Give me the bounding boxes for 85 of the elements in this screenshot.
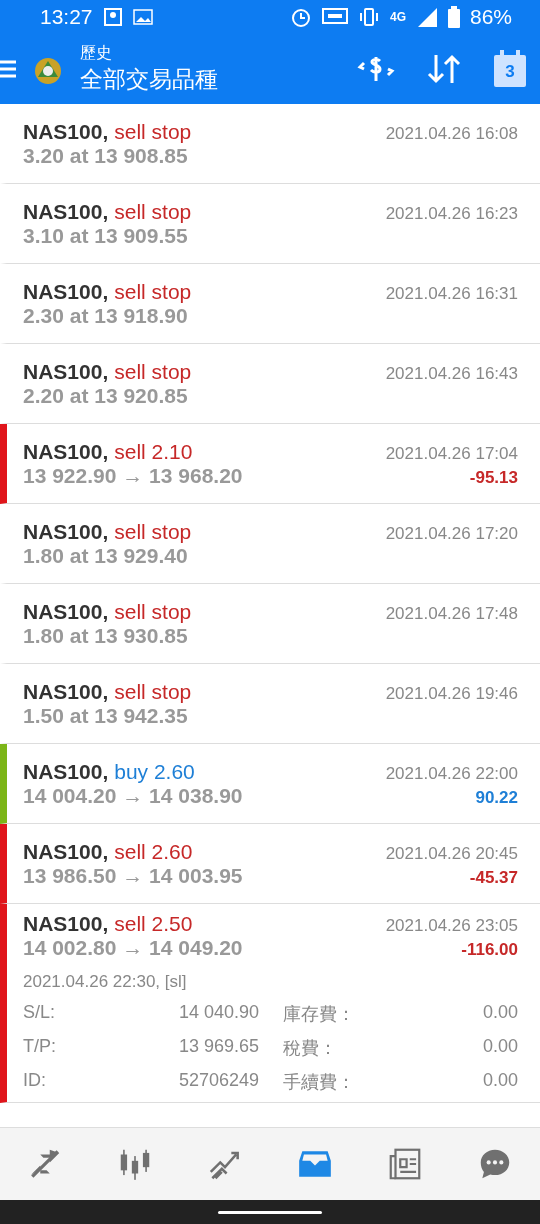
history-row[interactable]: NAS100, sell stop 2021.04.26 16:43 2.20 at 13 920.85 xyxy=(0,344,540,424)
trade-action: sell stop xyxy=(114,599,192,624)
trade-time: 2021.04.26 16:31 xyxy=(385,283,518,304)
trade-action: buy 2.60 xyxy=(114,759,195,784)
trade-time: 2021.04.26 19:46 xyxy=(385,683,518,704)
trade-action: sell stop xyxy=(114,119,192,144)
screen-subtitle: 歷史 xyxy=(80,43,113,63)
network-type: 4G xyxy=(389,10,406,24)
volume-price: 3.10 at 13 909.55 xyxy=(23,223,188,248)
price-range: 13 986.50 → 14 003.95 xyxy=(23,863,243,888)
detail-label: 稅費： xyxy=(282,1037,338,1060)
detail-label: S/L: xyxy=(23,1002,57,1024)
trade-action: sell 2.50 xyxy=(114,912,193,936)
detail-label: T/P: xyxy=(23,1036,57,1058)
trade-action: sell stop xyxy=(114,679,192,704)
screen-mode-icon xyxy=(321,7,348,27)
price-range: 13 922.90 → 13 968.20 xyxy=(23,463,243,488)
screen-title: 全部交易品種 xyxy=(80,65,218,94)
symbol-name: NAS100, xyxy=(23,679,109,704)
symbol-name: NAS100, xyxy=(23,599,109,624)
detail-value: 0.00 xyxy=(481,1036,518,1058)
symbol-name: NAS100, xyxy=(23,439,109,464)
symbol-name: NAS100, xyxy=(23,119,109,144)
trade-action: sell stop xyxy=(114,199,192,224)
history-row[interactable]: NAS100, buy 2.60 2021.04.26 22:00 14 004.20 → 14 038.90 90.22 xyxy=(0,744,540,824)
trade-time: 2021.04.26 16:43 xyxy=(385,363,518,384)
vibrate-icon xyxy=(357,7,380,27)
volume-price: 1.80 at 13 930.85 xyxy=(23,623,188,648)
trade-time: 2021.04.26 17:20 xyxy=(385,523,518,544)
battery-icon xyxy=(447,6,460,28)
history-row[interactable]: NAS100, sell stop 2021.04.26 16:31 2.30 at 13 918.90 xyxy=(0,264,540,344)
history-row[interactable]: NAS100, sell 2.50 2021.04.26 23:05 14 002.80 → 14 049.20 -116.00 2021.04.26 22:30, [sl] S/L: 14 040.90 庫存費： 0.00 T/P: 13 969.65 稅費： 0.00 ID: 52706249 手續費： 0.00 xyxy=(0,904,540,1103)
alarm-clock-icon xyxy=(289,6,312,28)
trade-time: 2021.04.26 23:05 xyxy=(385,916,518,936)
image-icon xyxy=(132,9,153,25)
trade-action: sell stop xyxy=(114,359,192,384)
trade-action: sell 2.10 xyxy=(114,439,193,464)
symbol-name: NAS100, xyxy=(23,359,109,384)
profit-value: -116.00 xyxy=(461,940,518,960)
profit-value: -95.13 xyxy=(469,467,518,488)
trade-time: 2021.04.26 20:45 xyxy=(385,843,518,864)
detail-value: 14 040.90 xyxy=(177,1002,259,1024)
history-row[interactable]: NAS100, sell stop 2021.04.26 17:48 1.80 at 13 930.85 xyxy=(0,584,540,664)
open-time: 2021.04.26 22:30, [sl] xyxy=(23,972,188,992)
trade-time: 2021.04.26 17:48 xyxy=(385,603,518,624)
price-range: 14 002.80 → 14 049.20 xyxy=(23,936,243,960)
symbol-name: NAS100, xyxy=(23,912,109,936)
profit-value: -45.37 xyxy=(469,867,518,888)
detail-value: 13 969.65 xyxy=(177,1036,259,1058)
menu-icon[interactable] xyxy=(0,58,16,80)
trade-time: 2021.04.26 22:00 xyxy=(385,763,518,784)
detail-label: 手續費： xyxy=(282,1071,356,1094)
trade-time: 2021.04.26 16:08 xyxy=(385,123,518,144)
profit-value: 90.22 xyxy=(475,787,518,808)
home-indicator[interactable] xyxy=(218,1210,322,1214)
volume-price: 1.80 at 13 929.40 xyxy=(23,543,188,568)
symbol-name: NAS100, xyxy=(23,759,109,784)
volume-price: 3.20 at 13 908.85 xyxy=(23,143,188,168)
volume-price: 2.20 at 13 920.85 xyxy=(23,383,188,408)
trade-action: sell 2.60 xyxy=(114,839,193,864)
symbol-name: NAS100, xyxy=(23,199,109,224)
trade-action: sell stop xyxy=(114,279,192,304)
history-row[interactable]: NAS100, sell stop 2021.04.26 16:23 3.10 at 13 909.55 xyxy=(0,184,540,264)
detail-value: 52706249 xyxy=(177,1070,259,1092)
detail-label: 庫存費： xyxy=(282,1003,356,1026)
history-row[interactable]: NAS100, sell 2.10 2021.04.26 17:04 13 922.90 → 13 968.20 -95.13 xyxy=(0,424,540,504)
history-row[interactable]: NAS100, sell stop 2021.04.26 17:20 1.80 at 13 929.40 xyxy=(0,504,540,584)
history-row[interactable]: NAS100, sell stop 2021.04.26 19:46 1.50 at 13 942.35 xyxy=(0,664,540,744)
trade-time: 2021.04.26 17:04 xyxy=(385,443,518,464)
history-row[interactable]: NAS100, sell 2.60 2021.04.26 20:45 13 986.50 → 14 003.95 -45.37 xyxy=(0,824,540,904)
symbol-name: NAS100, xyxy=(23,839,109,864)
symbol-name: NAS100, xyxy=(23,519,109,544)
detail-value: 0.00 xyxy=(481,1070,518,1092)
history-row[interactable]: NAS100, sell stop 2021.04.26 16:08 3.20 at 13 908.85 xyxy=(0,104,540,184)
symbol-name: NAS100, xyxy=(23,279,109,304)
screen-record-icon xyxy=(102,7,123,27)
detail-label: ID: xyxy=(23,1070,47,1092)
clock-time: 13:27 xyxy=(40,5,93,29)
volume-price: 2.30 at 13 918.90 xyxy=(23,303,188,328)
battery-percent: 86% xyxy=(469,5,512,29)
detail-value: 0.00 xyxy=(481,1002,518,1024)
trade-time: 2021.04.26 16:23 xyxy=(385,203,518,224)
volume-price: 1.50 at 13 942.35 xyxy=(23,703,188,728)
price-range: 14 004.20 → 14 038.90 xyxy=(23,783,243,808)
trade-action: sell stop xyxy=(114,519,192,544)
